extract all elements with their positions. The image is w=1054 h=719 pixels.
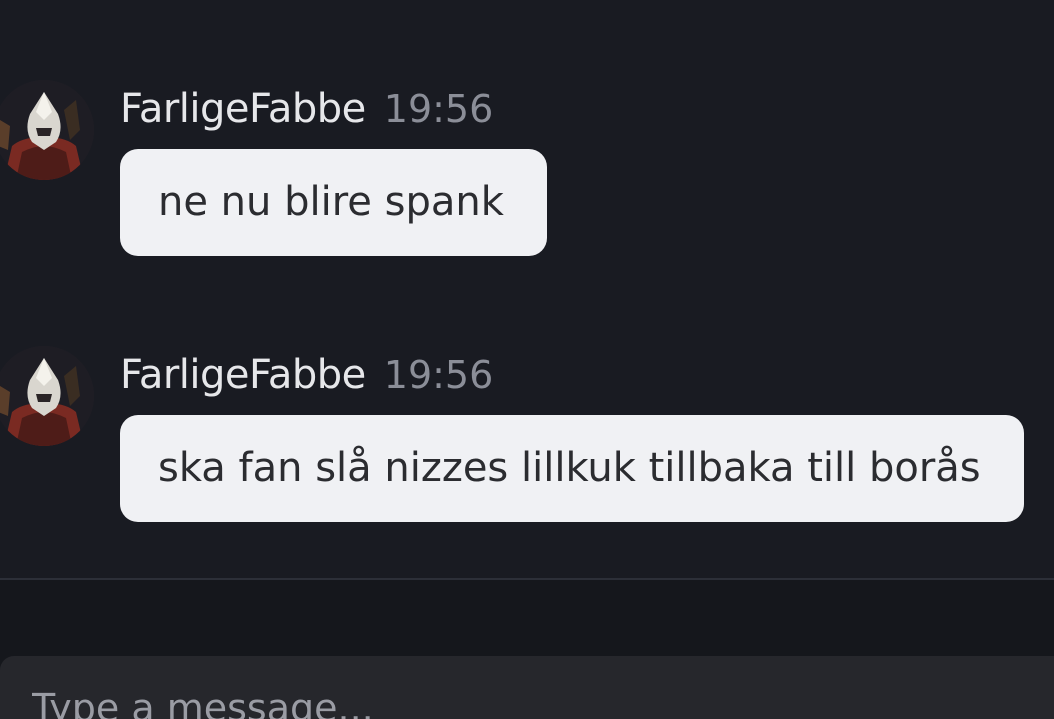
message-bubble[interactable]: ska fan slå nizzes lillkuk tillbaka till… — [120, 415, 1024, 522]
timestamp: 19:56 — [383, 87, 494, 131]
hooded-warrior-icon — [0, 80, 94, 180]
avatar[interactable] — [0, 80, 94, 180]
message-composer[interactable] — [0, 656, 1054, 719]
hooded-warrior-icon — [0, 346, 94, 446]
message-bubble[interactable]: ne nu blire spank — [120, 149, 547, 256]
username[interactable]: FarligeFabbe — [120, 352, 366, 398]
chat-message-list: FarligeFabbe 19:56 ne nu blire spank Farl… — [0, 0, 1054, 580]
message-header: FarligeFabbe 19:56 — [120, 86, 493, 136]
timestamp: 19:56 — [383, 353, 494, 397]
message-header: FarligeFabbe 19:56 — [120, 352, 493, 402]
username[interactable]: FarligeFabbe — [120, 86, 366, 132]
avatar[interactable] — [0, 346, 94, 446]
message-input[interactable] — [0, 656, 1054, 719]
